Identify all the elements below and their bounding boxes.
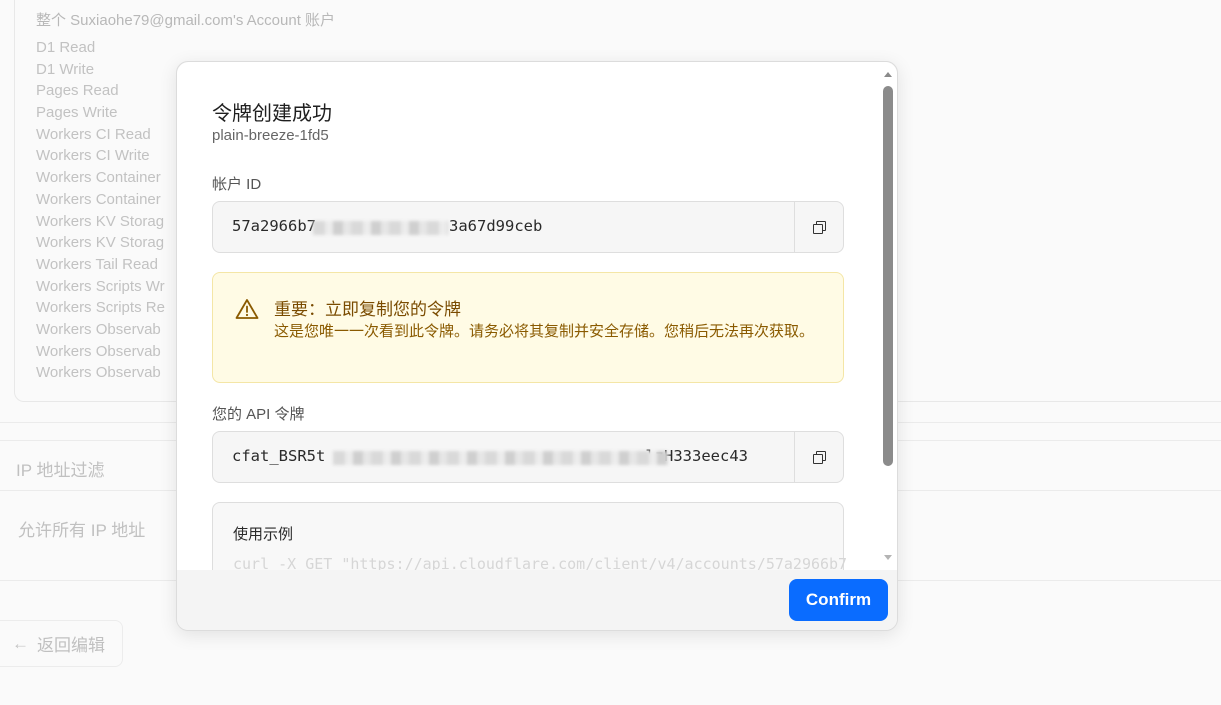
warning-title: 重要：立即复制您的令牌 (274, 300, 461, 319)
warning-text: 这是您唯一一次看到此令牌。请务必将其复制并安全存储。您稍后无法再次获取。 (274, 323, 815, 340)
warning-icon (235, 299, 259, 319)
redacted-blur (333, 451, 668, 465)
account-id-field: 57a2966b7 3a67d99ceb (212, 201, 844, 253)
token-name: plain-breeze-1fd5 (212, 127, 329, 144)
dialog-footer: Confirm (177, 570, 897, 630)
usage-example-title: 使用示例 (233, 526, 294, 543)
confirm-button[interactable]: Confirm (789, 579, 888, 621)
api-token-start: cfat_BSR5t (232, 447, 326, 465)
usage-example-panel: 使用示例 curl -X GET "https://api.cloudflare… (212, 502, 847, 570)
account-id-end: 3a67d99ceb (449, 217, 543, 235)
api-token-label: 您的 API 令牌 (212, 406, 305, 423)
copy-icon (812, 450, 826, 464)
copy-account-id-button[interactable] (794, 202, 843, 252)
warning-banner: 重要：立即复制您的令牌 这是您唯一一次看到此令牌。请务必将其复制并安全存储。您稍… (212, 272, 844, 383)
dialog-scrollbar[interactable] (878, 62, 897, 570)
redacted-blur (313, 221, 448, 235)
scroll-down-arrow-icon[interactable] (884, 555, 892, 560)
dialog-body: 令牌创建成功 plain-breeze-1fd5 帐户 ID 57a2966b7… (177, 62, 897, 570)
api-token-field: cfat_BSR5t lzH333eec43 (212, 431, 844, 483)
account-id-label: 帐户 ID (212, 176, 262, 193)
copy-api-token-button[interactable] (794, 432, 843, 482)
token-created-dialog: 令牌创建成功 plain-breeze-1fd5 帐户 ID 57a2966b7… (176, 61, 898, 631)
copy-icon (812, 220, 826, 234)
account-id-start: 57a2966b7 (232, 217, 316, 235)
scrollbar-thumb[interactable] (883, 86, 893, 466)
usage-example-code[interactable]: curl -X GET "https://api.cloudflare.com/… (233, 555, 847, 570)
dialog-title: 令牌创建成功 (212, 103, 332, 125)
scroll-up-arrow-icon[interactable] (884, 72, 892, 77)
